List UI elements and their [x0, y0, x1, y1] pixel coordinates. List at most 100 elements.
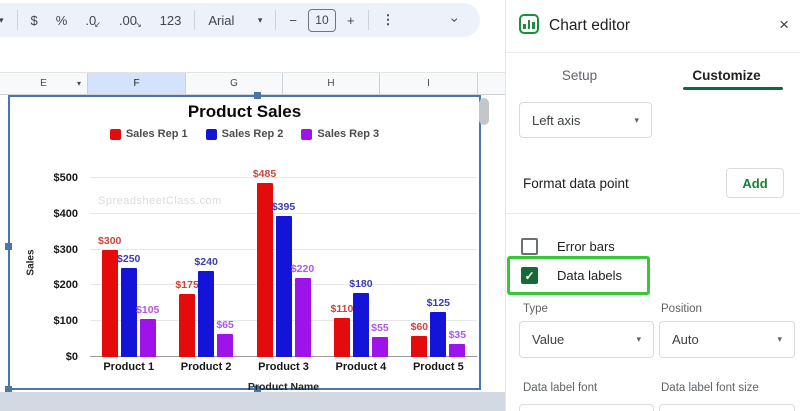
bar-rect	[294, 278, 311, 357]
collapse-toolbar-icon[interactable]: ›	[448, 18, 464, 23]
bar-rect	[371, 337, 388, 357]
bar: $110	[331, 178, 353, 357]
error-bars-checkbox[interactable]	[521, 238, 538, 255]
bar: $220	[291, 178, 314, 357]
x-category-label: Product 4	[335, 361, 387, 373]
caret-down-icon: ▾	[777, 334, 782, 344]
font-size-input[interactable]: 10	[307, 8, 336, 32]
divider	[506, 213, 800, 214]
format-percent-button[interactable]: %	[47, 7, 77, 33]
data-label: $220	[290, 263, 315, 276]
data-label-font-size-label: Data label font size	[661, 382, 759, 394]
column-header-E[interactable]: E ▾	[0, 73, 88, 94]
bar-group: $60 $125 $35	[400, 178, 477, 357]
bar-rect	[198, 271, 215, 357]
data-label-font-size-select[interactable]	[659, 404, 795, 411]
more-options-button[interactable]: ⋮	[373, 7, 404, 33]
bar-rect	[430, 312, 447, 357]
column-header-I[interactable]: I	[380, 73, 478, 94]
vertical-scrollbar-thumb[interactable]	[479, 98, 489, 125]
error-bars-label: Error bars	[557, 239, 615, 254]
legend-swatch-icon	[205, 128, 217, 140]
paint-format-dropdown-icon[interactable]: ▾	[0, 7, 13, 33]
panel-title: Chart editor	[549, 17, 630, 34]
tab-customize[interactable]: Customize	[653, 60, 800, 90]
bar-rect	[256, 183, 273, 357]
bar: $105	[136, 178, 159, 357]
tab-setup[interactable]: Setup	[506, 60, 653, 90]
legend-item: Sales Rep 3	[301, 128, 379, 140]
more-formats-button[interactable]: 123	[151, 7, 191, 33]
toolbar-divider	[275, 10, 277, 30]
bar: $240	[194, 178, 218, 357]
bar-rect	[411, 335, 428, 357]
add-data-point-button[interactable]: Add	[726, 168, 784, 198]
selection-handle[interactable]	[254, 92, 261, 99]
bar-group: $485 $395 $220	[245, 168, 322, 357]
data-label: $180	[349, 277, 373, 290]
formatting-toolbar: ▾ $ % .0 ↙ .00 ↘ 123 Arial ▾ − 10 + ⋮ ›	[0, 3, 480, 37]
close-icon[interactable]: ×	[779, 15, 789, 35]
increase-font-size-button[interactable]: +	[338, 7, 364, 33]
toolbar-divider	[194, 10, 196, 30]
bar-group: $110 $180 $55	[322, 178, 399, 357]
data-label-position-select[interactable]: Auto ▾	[659, 321, 795, 358]
bar: $485	[253, 168, 276, 357]
increase-decimal-button[interactable]: .00 ↘	[110, 7, 151, 33]
bar-rect	[120, 267, 137, 357]
column-header-filler	[478, 73, 505, 94]
y-tick-label: $200	[53, 279, 78, 292]
caret-down-icon: ▾	[0, 14, 4, 25]
bar: $60	[411, 178, 428, 357]
highlight-annotation	[507, 256, 650, 295]
data-label: $485	[252, 168, 277, 181]
legend-item: Sales Rep 2	[205, 128, 283, 140]
bar: $175	[175, 178, 199, 357]
data-label-font-select[interactable]	[519, 404, 654, 411]
column-header-F[interactable]: F	[88, 73, 186, 94]
active-tab-underline	[683, 87, 783, 90]
data-label: $240	[194, 256, 218, 269]
bar: $180	[349, 178, 373, 357]
google-sheets-window: ▾ $ % .0 ↙ .00 ↘ 123 Arial ▾ − 10 + ⋮ › E ▾ F…	[0, 0, 800, 411]
chart-editor-panel: Chart editor × Setup Customize Left axis…	[505, 0, 800, 411]
bar-rect	[179, 294, 196, 357]
column-menu-icon[interactable]: ▾	[77, 79, 81, 88]
column-header-G[interactable]: G	[186, 73, 283, 94]
decrease-decimal-button[interactable]: .0 ↙	[76, 7, 110, 33]
type-label: Type	[523, 303, 548, 315]
x-category-label: Product 2	[180, 361, 232, 373]
y-tick-label: $500	[53, 172, 78, 184]
font-family-select[interactable]: Arial ▾	[199, 7, 271, 33]
data-label: $175	[175, 279, 199, 292]
data-label: $395	[271, 200, 296, 213]
column-headers: E ▾ F G H I	[0, 72, 505, 95]
bar: $35	[449, 178, 466, 357]
bar-rect	[275, 215, 292, 357]
arrow-down-left-icon: ↙	[94, 19, 101, 29]
data-label-type-select[interactable]: Value ▾	[519, 321, 654, 358]
y-tick-label: $300	[53, 243, 78, 256]
axis-select[interactable]: Left axis ▾	[519, 102, 652, 138]
legend-item: Sales Rep 1	[109, 128, 188, 140]
error-bars-row: Error bars	[521, 238, 615, 255]
toolbar-divider	[367, 10, 369, 30]
caret-down-icon: ▾	[634, 114, 639, 125]
data-label-font-label: Data label font	[523, 382, 598, 394]
decrease-font-size-button[interactable]: −	[280, 7, 306, 33]
arrow-down-right-icon: ↘	[134, 19, 142, 29]
data-label: $55	[371, 322, 389, 335]
format-currency-button[interactable]: $	[22, 7, 47, 33]
data-label: $125	[426, 297, 451, 310]
y-tick-label: $100	[53, 315, 78, 328]
type-select-value: Value	[532, 332, 565, 347]
legend-swatch-icon	[301, 128, 313, 140]
panel-tabs: Setup Customize	[506, 60, 800, 90]
bar: $65	[216, 178, 234, 357]
legend-swatch-icon	[109, 128, 121, 140]
x-axis-labels: Product 1 Product 2 Product 3 Product 4 Prod…	[90, 361, 477, 373]
column-header-H[interactable]: H	[283, 73, 380, 94]
bar-group: $175 $240 $65	[167, 178, 244, 357]
chart[interactable]: Product Sales Sales Rep 1 Sales Rep 2 Sale…	[5, 92, 481, 393]
bar-rect	[217, 333, 234, 357]
